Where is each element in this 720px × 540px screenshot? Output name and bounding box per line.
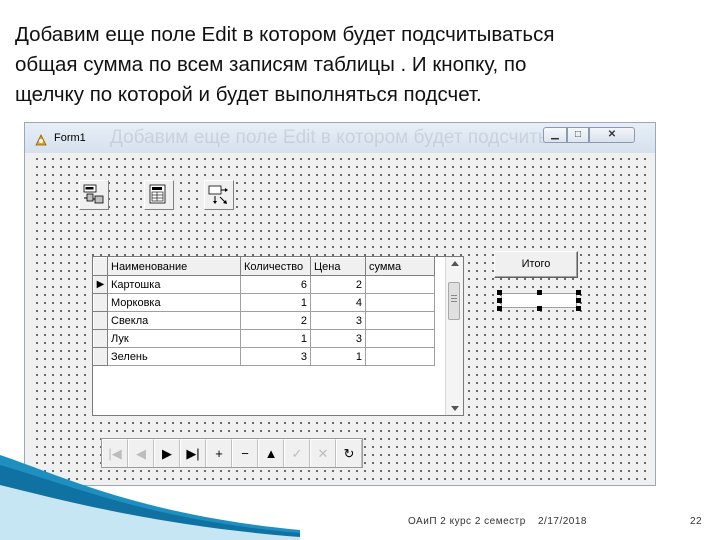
cell-name[interactable]: Картошка <box>107 275 241 294</box>
table-row[interactable]: Морковка 1 4 <box>93 293 435 312</box>
delphi-form-icon <box>35 134 47 146</box>
itogo-button[interactable]: Итого <box>494 251 578 278</box>
resize-handle[interactable] <box>576 298 581 303</box>
cell-price[interactable]: 2 <box>310 275 366 294</box>
ado-connection-glyph <box>83 184 104 204</box>
ghost-text: Добавим еще поле Edit в котором будет по… <box>110 127 610 148</box>
maximize-button[interactable]: □ <box>567 127 589 143</box>
table-row[interactable]: Свекла 2 3 <box>93 311 435 330</box>
cell-price[interactable]: 1 <box>310 347 366 366</box>
form-window: Form1 Добавим еще поле Edit в котором бу… <box>24 122 656 486</box>
resize-handle[interactable] <box>537 290 542 295</box>
footer-course: ОАиП 2 курс 2 семестр <box>408 516 526 527</box>
cell-name[interactable]: Лук <box>107 329 241 348</box>
title-bar[interactable]: Form1 Добавим еще поле Edit в котором бу… <box>25 123 655 153</box>
window-title: Form1 <box>54 132 86 144</box>
column-header[interactable]: Цена <box>310 257 366 276</box>
cell-name[interactable]: Морковка <box>107 293 241 312</box>
resize-handle[interactable] <box>497 298 502 303</box>
resize-handle[interactable] <box>497 290 502 295</box>
resize-handle[interactable] <box>537 306 542 311</box>
form-canvas[interactable]: Наименование Количество Цена сумма ▶ Кар… <box>31 153 649 481</box>
cell-qty[interactable]: 1 <box>240 293 311 312</box>
ado-table-glyph <box>149 184 166 204</box>
table-row[interactable]: Зелень 3 1 <box>93 347 435 366</box>
indicator-header <box>93 257 108 276</box>
data-table: Наименование Количество Цена сумма ▶ Кар… <box>93 257 435 366</box>
cancel-record-button[interactable]: ✕ <box>310 439 336 467</box>
datasource-icon[interactable] <box>204 180 234 210</box>
cell-name[interactable]: Свекла <box>107 311 241 330</box>
row-indicator <box>93 293 108 312</box>
datasource-glyph <box>208 185 228 204</box>
row-indicator <box>93 329 108 348</box>
slide-text-line: общая сумма по всем записям таблицы . И … <box>15 53 527 76</box>
cell-price[interactable]: 3 <box>310 311 366 330</box>
row-indicator <box>93 347 108 366</box>
header-row: Наименование Количество Цена сумма <box>93 257 435 276</box>
cell-price[interactable]: 3 <box>310 329 366 348</box>
cell-sum[interactable] <box>365 311 435 330</box>
scroll-up-icon[interactable] <box>451 261 459 266</box>
column-header[interactable]: Наименование <box>107 257 241 276</box>
cell-sum[interactable] <box>365 275 435 294</box>
row-indicator <box>93 311 108 330</box>
cell-qty[interactable]: 3 <box>240 347 311 366</box>
cell-sum[interactable] <box>365 329 435 348</box>
cell-qty[interactable]: 2 <box>240 311 311 330</box>
cell-price[interactable]: 4 <box>310 293 366 312</box>
cell-name[interactable]: Зелень <box>107 347 241 366</box>
minimize-button[interactable]: ▁ <box>543 127 567 143</box>
vertical-scrollbar[interactable] <box>445 257 463 415</box>
sum-edit-selected[interactable] <box>497 290 581 311</box>
column-header[interactable]: Количество <box>240 257 311 276</box>
data-grid[interactable]: Наименование Количество Цена сумма ▶ Кар… <box>92 256 464 416</box>
current-row-marker: ▶ <box>93 275 108 294</box>
resize-handle[interactable] <box>497 306 502 311</box>
footer-date: 2/17/2018 <box>538 516 587 527</box>
cell-sum[interactable] <box>365 293 435 312</box>
cell-qty[interactable]: 1 <box>240 329 311 348</box>
refresh-records-button[interactable]: ↻ <box>336 439 362 467</box>
ado-table-icon[interactable] <box>144 180 174 210</box>
slide-text-line: щелчку по которой и будет выполняться по… <box>15 83 482 106</box>
resize-handle[interactable] <box>576 290 581 295</box>
cell-sum[interactable] <box>365 347 435 366</box>
footer-page-number: 22 <box>690 516 703 527</box>
slide-text: Добавим еще поле Edit в котором будет по… <box>15 20 688 110</box>
slide-text-line: Добавим еще поле Edit в котором будет по… <box>15 23 555 46</box>
table-row[interactable]: ▶ Картошка 6 2 <box>93 275 435 294</box>
footer-wave-decoration <box>0 455 300 540</box>
scroll-down-icon[interactable] <box>451 406 459 411</box>
table-row[interactable]: Лук 1 3 <box>93 329 435 348</box>
scroll-thumb[interactable] <box>448 282 460 320</box>
column-header[interactable]: сумма <box>365 257 435 276</box>
cell-qty[interactable]: 6 <box>240 275 311 294</box>
ado-connection-icon[interactable] <box>79 180 109 210</box>
close-button[interactable]: ✕ <box>589 127 635 143</box>
resize-handle[interactable] <box>576 306 581 311</box>
